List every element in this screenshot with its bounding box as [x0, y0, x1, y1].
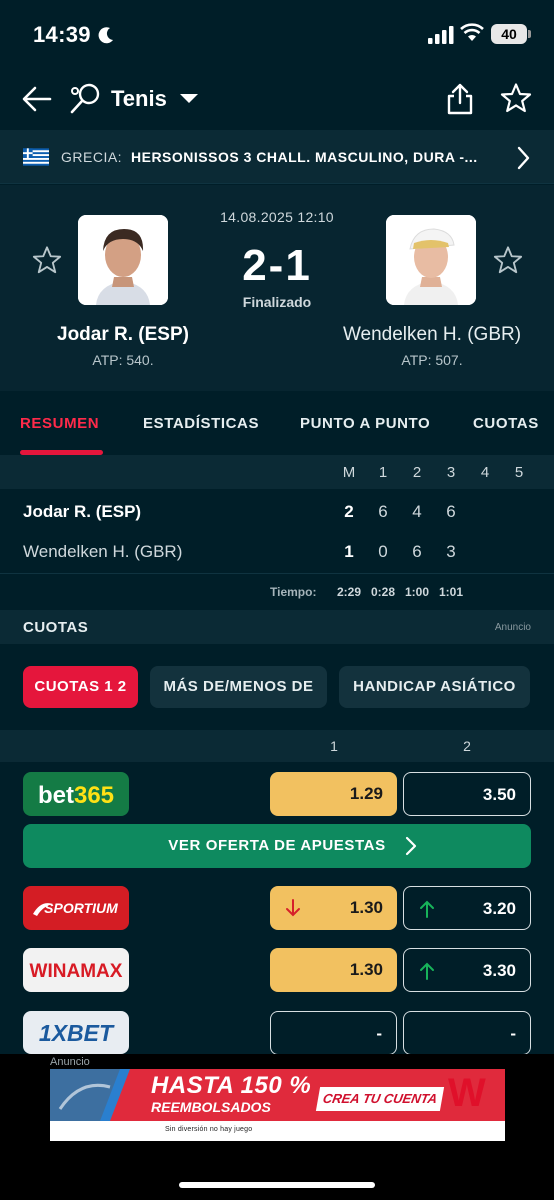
- score-cell: 4: [412, 502, 422, 521]
- odd-home[interactable]: 1.30: [270, 948, 397, 992]
- arrow-down-icon: [286, 899, 300, 917]
- score-cell: 1: [344, 542, 354, 561]
- app-header: Tenis: [0, 70, 554, 128]
- league-name: HERSONISSOS 3 CHALL. MASCULINO, DURA -..…: [131, 149, 478, 165]
- odds-list: bet365 1.29 3.50 VER OFERTA DE APUESTAS …: [0, 762, 554, 1055]
- moon-icon: [98, 27, 113, 44]
- odds-filters: CUOTAS 1 2 MÁS DE/MENOS DE HANDICAP ASIÁ…: [0, 644, 554, 730]
- odds-title: CUOTAS: [23, 619, 89, 636]
- column-header: 4: [480, 464, 490, 481]
- arrow-up-icon: [420, 900, 434, 918]
- column-header: M: [342, 464, 356, 481]
- share-icon[interactable]: [445, 82, 475, 116]
- player-rank-home: ATP: 540.: [92, 352, 154, 368]
- bet-offer-button[interactable]: VER OFERTA DE APUESTAS: [23, 824, 531, 868]
- filter-mas-menos[interactable]: MÁS DE/MENOS DE: [150, 666, 327, 708]
- svg-text:WINAMAX: WINAMAX: [30, 961, 123, 982]
- score-cell: 3: [446, 542, 456, 561]
- home-indicator[interactable]: [179, 1182, 375, 1188]
- greece-flag-icon: [23, 148, 49, 166]
- column-header: 5: [514, 464, 524, 481]
- match-header: 14.08.2025 12:10 2-1 Finalizado Jodar R.…: [0, 185, 554, 391]
- column-header: 1: [378, 464, 388, 481]
- battery-icon: 40: [491, 24, 531, 44]
- odds-section-header: CUOTAS Anuncio: [0, 610, 554, 644]
- bookie-name: bet365: [38, 782, 114, 809]
- star-icon[interactable]: [493, 245, 523, 275]
- odds-column-1: 1: [330, 738, 338, 754]
- ad-bar: Anuncio HASTA 150 % REEMBOLSADOS CREA TU…: [0, 1054, 554, 1200]
- row-player-name: Wendelken H. (GBR): [23, 542, 183, 561]
- score-table-header: M 1 2 3 4 5: [0, 455, 554, 489]
- divider: [0, 573, 554, 574]
- svg-text:SPORTIUM: SPORTIUM: [44, 900, 118, 916]
- odds-column-2: 2: [463, 738, 471, 754]
- player-photo-away[interactable]: [386, 215, 476, 305]
- row-player-name: Jodar R. (ESP): [23, 502, 142, 521]
- chevron-down-icon[interactable]: [180, 94, 198, 103]
- filter-handicap[interactable]: HANDICAP ASIÁTICO: [339, 666, 530, 708]
- set-time: 1:01: [438, 585, 464, 599]
- odd-away[interactable]: -: [403, 1011, 531, 1055]
- sportium-logo[interactable]: SPORTIUM: [23, 886, 129, 930]
- ad-brand-logo: W: [448, 1071, 486, 1115]
- svg-text:1XBET: 1XBET: [39, 1020, 115, 1046]
- ad-banner[interactable]: HASTA 150 % REEMBOLSADOS CREA TU CUENTA …: [50, 1069, 505, 1141]
- tab-resumen[interactable]: RESUMEN: [20, 415, 99, 432]
- signal-icon: [428, 26, 454, 44]
- arrow-up-icon: [420, 962, 434, 980]
- ad-label: Anuncio: [494, 622, 531, 633]
- odd-home[interactable]: 1.30: [270, 886, 397, 930]
- winamax-logo[interactable]: WINAMAX: [23, 948, 129, 992]
- bet-offer-label: VER OFERTA DE APUESTAS: [168, 837, 386, 854]
- set-time: 2:29: [336, 585, 362, 599]
- tab-estadisticas[interactable]: ESTADÍSTICAS: [143, 415, 259, 432]
- odd-away[interactable]: 3.50: [403, 772, 531, 816]
- score-cell: 6: [446, 502, 456, 521]
- set-time: 0:28: [370, 585, 396, 599]
- odd-value: 1.30: [349, 898, 383, 917]
- odd-home[interactable]: 1.29: [270, 772, 397, 816]
- tab-bar: RESUMEN ESTADÍSTICAS PUNTO A PUNTO CUOTA…: [0, 391, 554, 455]
- tab-punto-a-punto[interactable]: PUNTO A PUNTO: [300, 415, 430, 432]
- status-bar: 14:39 40: [0, 0, 554, 70]
- 1xbet-logo[interactable]: 1XBET: [23, 1011, 129, 1054]
- odd-value: 3.30: [482, 961, 516, 980]
- player-name-home[interactable]: Jodar R. (ESP): [20, 324, 226, 346]
- filter-cuotas-1-2[interactable]: CUOTAS 1 2: [23, 666, 138, 708]
- bet365-logo[interactable]: bet365: [23, 772, 129, 816]
- chevron-right-icon: [517, 146, 530, 170]
- back-arrow-icon[interactable]: [20, 82, 54, 116]
- odd-away[interactable]: 3.30: [403, 948, 531, 992]
- wifi-icon: [460, 23, 484, 41]
- score-cell: 6: [412, 542, 422, 561]
- ad-disclaimer: Sin diversión no hay juego: [165, 1126, 253, 1133]
- odds-table-header: 1 2: [0, 730, 554, 762]
- odd-value: 3.20: [482, 899, 516, 918]
- tennis-racket-icon: [70, 83, 100, 114]
- sport-title[interactable]: Tenis: [111, 86, 167, 112]
- odd-away[interactable]: 3.20: [403, 886, 531, 930]
- ad-subline: REEMBOLSADOS: [151, 1099, 271, 1115]
- league-country: GRECIA:: [61, 149, 123, 165]
- tab-cuotas[interactable]: CUOTAS: [473, 415, 539, 432]
- player-name-away[interactable]: Wendelken H. (GBR): [320, 324, 544, 346]
- player-rank-away: ATP: 507.: [401, 352, 463, 368]
- score-cell: 6: [378, 502, 388, 521]
- score-table: M 1 2 3 4 5 Jodar R. (ESP) 2 6 4 6 Wende…: [0, 455, 554, 610]
- column-header: 2: [412, 464, 422, 481]
- ad-headline: HASTA 150 %: [151, 1072, 312, 1099]
- league-bar[interactable]: GRECIA: HERSONISSOS 3 CHALL. MASCULINO, …: [0, 130, 554, 184]
- ad-cta-button[interactable]: CREA TU CUENTA: [315, 1087, 445, 1111]
- odd-home[interactable]: -: [270, 1011, 397, 1055]
- status-time: 14:39: [33, 22, 91, 47]
- star-icon[interactable]: [500, 82, 532, 114]
- score-cell: 0: [378, 542, 388, 561]
- column-header: 3: [446, 464, 456, 481]
- ad-label: Anuncio: [50, 1056, 90, 1068]
- set-time: 1:00: [404, 585, 430, 599]
- chevron-right-icon: [405, 836, 417, 856]
- score-cell: 2: [344, 502, 354, 521]
- time-label: Tiempo:: [270, 585, 317, 599]
